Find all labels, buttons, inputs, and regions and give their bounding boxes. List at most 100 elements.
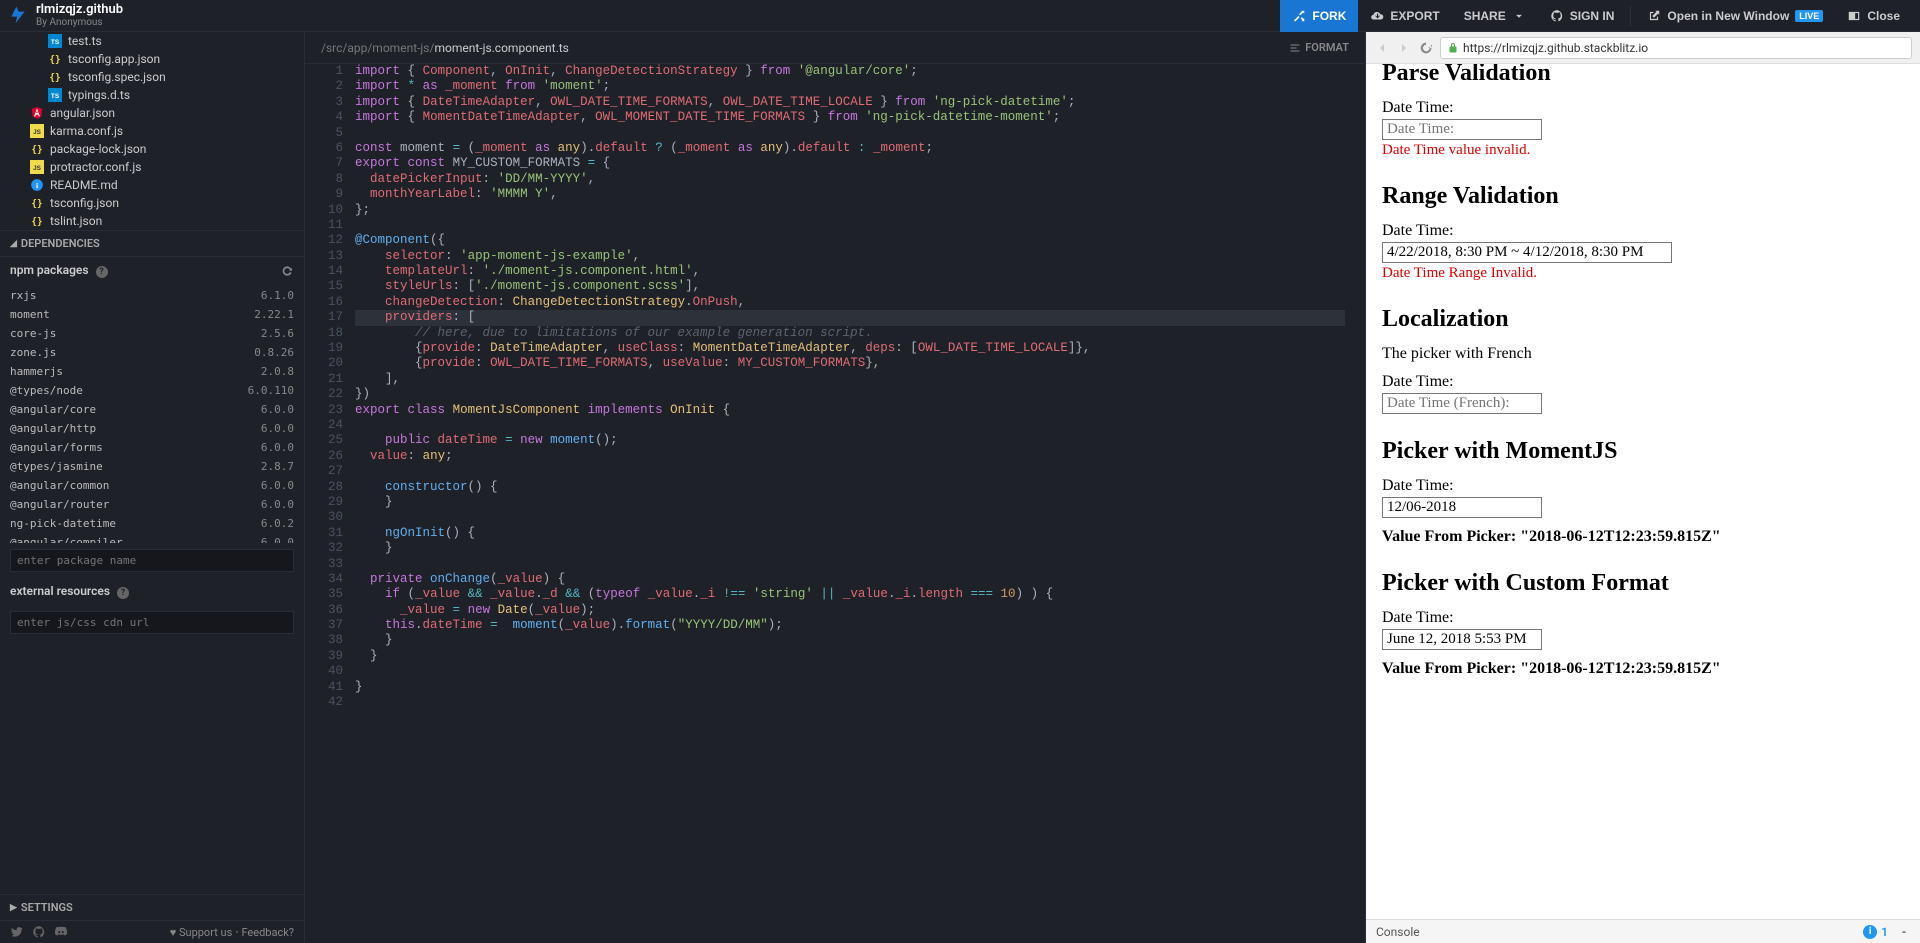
- dep-name: @angular/router: [10, 498, 109, 511]
- tree-item[interactable]: {}tsconfig.spec.json: [0, 68, 304, 86]
- dep-row[interactable]: @angular/compiler6.0.0: [0, 533, 304, 543]
- close-preview-button[interactable]: Close: [1835, 0, 1912, 32]
- topbar: rlmizqjz.github By Anonymous FORK EXPORT…: [0, 0, 1920, 32]
- twitter-icon[interactable]: [10, 925, 24, 939]
- fork-button[interactable]: FORK: [1280, 0, 1358, 32]
- settings-label: SETTINGS: [21, 901, 73, 914]
- dep-version: 6.0.0: [261, 498, 294, 511]
- github-icon[interactable]: [32, 925, 46, 939]
- tree-item[interactable]: iREADME.md: [0, 176, 304, 194]
- breadcrumb[interactable]: /moment-js/: [367, 41, 434, 55]
- file-icon: {}: [48, 70, 62, 84]
- signin-button[interactable]: SIGN IN: [1538, 0, 1627, 32]
- tree-item[interactable]: {} package-lock.json: [0, 140, 304, 158]
- dep-row[interactable]: @types/jasmine2.8.7: [0, 457, 304, 476]
- cdn-url-input[interactable]: [10, 611, 294, 634]
- breadcrumb-file[interactable]: moment-js.component.ts: [434, 41, 568, 55]
- tree-item[interactable]: {}tsconfig.app.json: [0, 50, 304, 68]
- dep-version: 2.0.8: [261, 365, 294, 378]
- preview-pane: https://rlmizqjz.github.stackblitz.io Pa…: [1365, 32, 1920, 943]
- svg-text:{}: {}: [31, 217, 42, 228]
- dep-name: @angular/forms: [10, 441, 103, 454]
- caret-down-icon: ◢: [10, 239, 17, 249]
- tree-item[interactable]: JSprotractor.conf.js: [0, 158, 304, 176]
- dep-row[interactable]: @angular/core6.0.0: [0, 400, 304, 419]
- chevron-up-icon[interactable]: [1898, 926, 1910, 938]
- dep-name: @angular/compiler: [10, 536, 123, 543]
- dep-version: 2.5.6: [261, 327, 294, 340]
- dep-row[interactable]: @angular/router 6.0.0: [0, 495, 304, 514]
- dep-row[interactable]: core-js2.5.6: [0, 324, 304, 343]
- custom-datetime-input[interactable]: [1382, 629, 1542, 650]
- tree-item[interactable]: {} tslint.json: [0, 212, 304, 230]
- tree-item-label: package-lock.json: [50, 142, 146, 156]
- value-from-picker: Value From Picker: "2018-06-12T12:23:59.…: [1382, 528, 1721, 545]
- open-new-window-button[interactable]: Open in New Window LIVE: [1635, 0, 1835, 32]
- tree-item-label: protractor.conf.js: [50, 160, 141, 174]
- dep-row[interactable]: @angular/http6.0.0: [0, 419, 304, 438]
- close-label: Close: [1867, 9, 1900, 23]
- support-link[interactable]: Support us: [179, 926, 232, 939]
- file-icon: JS: [30, 124, 44, 138]
- back-icon[interactable]: [1374, 40, 1390, 56]
- export-button[interactable]: EXPORT: [1358, 0, 1451, 32]
- dep-row[interactable]: rxjs6.1.0: [0, 286, 304, 305]
- refresh-icon[interactable]: [280, 264, 294, 278]
- tree-item[interactable]: angular.json: [0, 104, 304, 122]
- dep-row[interactable]: @angular/common6.0.0: [0, 476, 304, 495]
- help-icon[interactable]: ?: [96, 266, 108, 278]
- help-icon[interactable]: ?: [117, 587, 129, 599]
- dep-row[interactable]: @angular/forms6.0.0: [0, 438, 304, 457]
- dep-row[interactable]: moment2.22.1: [0, 305, 304, 324]
- npm-header-label: npm packages: [10, 263, 89, 277]
- dep-name: @types/node: [10, 384, 83, 397]
- tree-item[interactable]: JSkarma.conf.js: [0, 122, 304, 140]
- dep-version: 6.0.0: [261, 422, 294, 435]
- settings-header[interactable]: ▶ SETTINGS: [0, 894, 304, 920]
- svg-text:JS: JS: [33, 129, 42, 136]
- project-name[interactable]: rlmizqjz.github: [36, 3, 123, 17]
- dep-row[interactable]: ng-pick-datetime6.0.2: [0, 514, 304, 533]
- dep-row[interactable]: @types/node6.0.110: [0, 381, 304, 400]
- dep-version: 6.0.2: [261, 517, 294, 530]
- svg-text:{}: {}: [31, 145, 42, 156]
- preview-body: Parse Validation Date Time: Date Time va…: [1366, 64, 1920, 919]
- stackblitz-logo-icon: [8, 5, 28, 25]
- moment-datetime-input[interactable]: [1382, 497, 1542, 518]
- datetime-label: Date Time:: [1382, 222, 1904, 240]
- tree-item[interactable]: {}tsconfig.json: [0, 194, 304, 212]
- url-bar[interactable]: https://rlmizqjz.github.stackblitz.io: [1440, 37, 1912, 59]
- deps-list: rxjs6.1.0moment2.22.1core-js2.5.6zone.js…: [0, 284, 304, 543]
- sidebar: TStest.ts{}tsconfig.app.json{}tsconfig.s…: [0, 32, 305, 943]
- localization-heading: Localization: [1382, 306, 1904, 333]
- console-bar[interactable]: Console i 1: [1366, 919, 1920, 943]
- breadcrumb[interactable]: /app: [342, 41, 367, 55]
- forward-icon[interactable]: [1396, 40, 1412, 56]
- code-editor[interactable]: 1234567891011121314151617181920212223242…: [305, 64, 1365, 943]
- tree-item-label: tslint.json: [50, 214, 102, 228]
- discord-icon[interactable]: [54, 925, 68, 939]
- svg-text:TS: TS: [51, 39, 60, 46]
- dep-version: 6.1.0: [261, 289, 294, 302]
- package-name-input[interactable]: [10, 549, 294, 572]
- dep-row[interactable]: zone.js0.8.26: [0, 343, 304, 362]
- tree-item[interactable]: TStypings.d.ts: [0, 86, 304, 104]
- tree-item[interactable]: TStest.ts: [0, 32, 304, 50]
- range-datetime-input[interactable]: [1382, 242, 1672, 263]
- browser-bar: https://rlmizqjz.github.stackblitz.io: [1366, 32, 1920, 64]
- format-button[interactable]: FORMAT: [1289, 41, 1349, 54]
- french-datetime-input[interactable]: [1382, 393, 1542, 414]
- tree-item-label: tsconfig.json: [50, 196, 119, 210]
- share-button[interactable]: SHARE: [1452, 0, 1538, 32]
- reload-icon[interactable]: [1418, 40, 1434, 56]
- dep-name: @angular/common: [10, 479, 109, 492]
- parse-datetime-input[interactable]: [1382, 119, 1542, 140]
- dependencies-header[interactable]: ◢ DEPENDENCIES: [0, 230, 304, 257]
- feedback-link[interactable]: Feedback?: [241, 926, 294, 939]
- svg-text:TS: TS: [51, 93, 60, 100]
- tree-item-label: tsconfig.app.json: [68, 52, 160, 66]
- breadcrumb[interactable]: /src: [321, 41, 342, 55]
- editor-pane: /src /app /moment-js/ moment-js.componen…: [305, 32, 1365, 943]
- close-panel-icon: [1847, 9, 1861, 23]
- dep-row[interactable]: hammerjs2.0.8: [0, 362, 304, 381]
